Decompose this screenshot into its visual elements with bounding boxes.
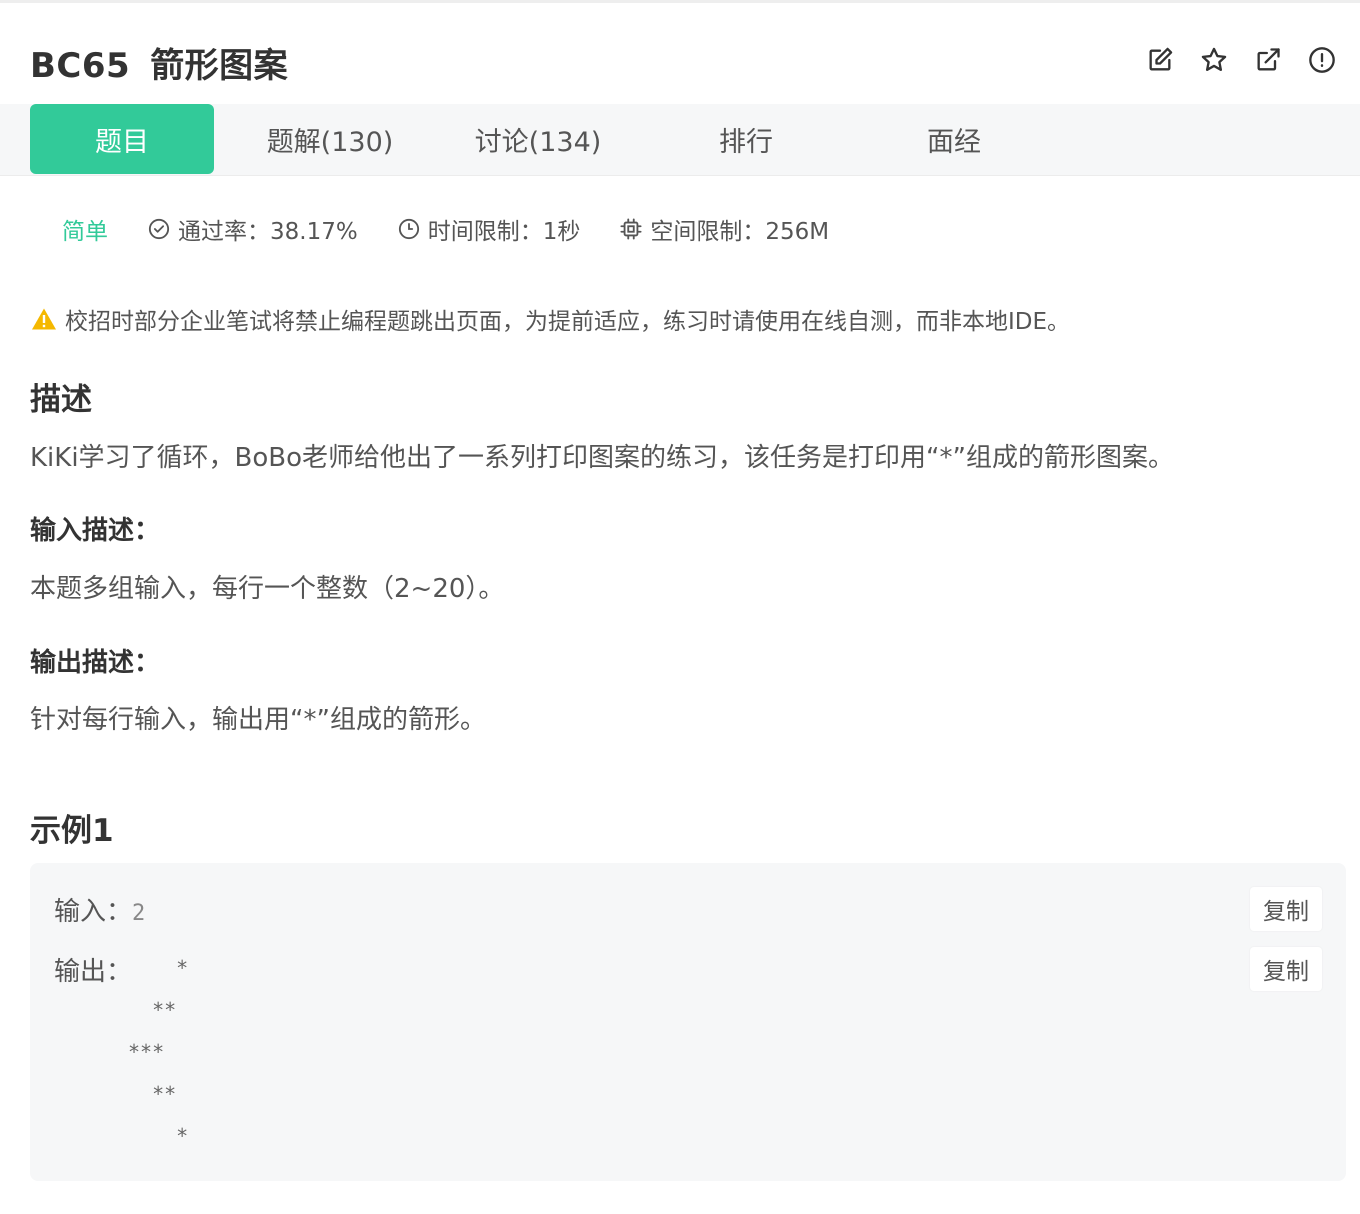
- tab-interview[interactable]: 面经: [862, 104, 1046, 174]
- example-input-label: 输入：: [54, 897, 133, 927]
- warning-notice: 校招时部分企业笔试将禁止编程题跳出页面，为提前适应，练习时请使用在线自测，而非本…: [31, 302, 1070, 336]
- problem-code: BC65: [30, 46, 131, 86]
- copy-output-button[interactable]: 复制: [1250, 947, 1322, 991]
- example-input-value: 2: [132, 901, 146, 926]
- edit-icon[interactable]: [1144, 44, 1176, 76]
- pass-rate-text: 通过率：38.17%: [178, 219, 358, 245]
- description-heading: 描述: [30, 382, 92, 418]
- example-heading: 示例1: [30, 813, 114, 849]
- example-box: 输入：2 复制 输出： 复制 * ** *** ** *: [30, 863, 1346, 1181]
- copy-input-button[interactable]: 复制: [1250, 887, 1322, 931]
- header-actions: [1144, 44, 1338, 76]
- time-limit-text: 时间限制：1秒: [427, 219, 581, 245]
- problem-title: 箭形图案: [150, 46, 289, 86]
- example-output-label: 输出：: [54, 957, 133, 987]
- pass-rate: 通过率：38.17%: [148, 212, 358, 246]
- difficulty-badge: 简单: [62, 219, 108, 245]
- tab-discussion[interactable]: 讨论(134): [446, 104, 630, 174]
- external-link-icon[interactable]: [1252, 44, 1284, 76]
- memory-limit: 空间限制：256M: [620, 212, 829, 246]
- page-title: BC65 箭形图案: [30, 38, 288, 87]
- warning-icon: [32, 308, 56, 330]
- star-icon[interactable]: [1198, 44, 1230, 76]
- description-text: KiKi学习了循环，BoBo老师给他出了一系列打印图案的练习，该任务是打印用“*…: [30, 443, 1174, 473]
- check-circle-icon: [148, 218, 170, 240]
- tab-ranking[interactable]: 排行: [654, 104, 838, 174]
- warning-text: 校招时部分企业笔试将禁止编程题跳出页面，为提前适应，练习时请使用在线自测，而非本…: [65, 309, 1071, 335]
- output-desc-heading: 输出描述：: [30, 648, 161, 678]
- example-output-value: * ** *** ** *: [128, 956, 189, 1148]
- chip-icon: [620, 218, 642, 240]
- input-desc-text: 本题多组输入，每行一个整数（2~20）。: [30, 574, 505, 604]
- time-limit: 时间限制：1秒: [398, 212, 581, 246]
- clock-icon: [398, 218, 419, 240]
- output-desc-text: 针对每行输入，输出用“*”组成的箭形。: [30, 705, 486, 735]
- problem-header: BC65 箭形图案: [0, 0, 1360, 104]
- tab-solutions[interactable]: 题解(130): [238, 104, 422, 174]
- problem-meta: 简单 通过率：38.17% 时间限制：1秒 空间限制：256M: [62, 212, 869, 246]
- example-input-row: 输入：2: [54, 891, 145, 928]
- alert-circle-icon[interactable]: [1306, 44, 1338, 76]
- input-desc-heading: 输入描述：: [30, 516, 161, 546]
- tab-problem[interactable]: 题目: [30, 104, 214, 174]
- memory-limit-text: 空间限制：256M: [650, 219, 830, 245]
- tab-bar: 题目 题解(130) 讨论(134) 排行 面经: [0, 104, 1360, 176]
